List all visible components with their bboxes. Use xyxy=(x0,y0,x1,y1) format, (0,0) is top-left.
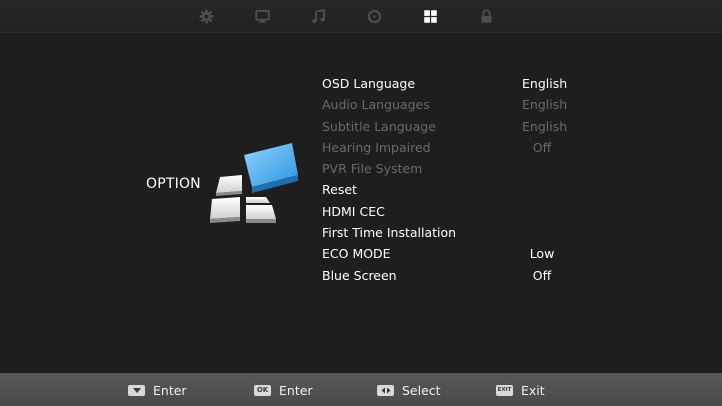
hint-exit: EXIT Exit xyxy=(496,382,545,398)
gear-icon xyxy=(199,9,213,23)
exit-key-icon: EXIT xyxy=(496,384,513,396)
hint-down-enter: Enter xyxy=(128,382,187,398)
monitor-icon xyxy=(254,9,270,23)
menu-item-subtitle-language: Subtitle Language English xyxy=(322,116,582,137)
menu-item-label: Subtitle Language xyxy=(322,118,436,134)
option-panel: OPTION OSD Language English Audio Langua… xyxy=(0,33,722,373)
hint-label: Enter xyxy=(153,382,187,398)
menu-item-hearing-impaired: Hearing Impaired Off xyxy=(322,137,582,158)
menu-item-hdmi-cec[interactable]: HDMI CEC xyxy=(322,201,582,222)
menu-item-label: Hearing Impaired xyxy=(322,139,431,155)
tab-channel[interactable] xyxy=(252,6,272,26)
menu-item-label: PVR File System xyxy=(322,161,423,177)
menu-item-value: Low xyxy=(529,246,555,262)
menu-item-value: English xyxy=(522,97,568,113)
menu-item-reset[interactable]: Reset xyxy=(322,179,582,200)
menu-item-label: Reset xyxy=(322,182,357,198)
menu-item-value: Off xyxy=(532,267,552,283)
menu-item-eco-mode[interactable]: ECO MODE Low xyxy=(322,243,582,264)
tab-lock[interactable] xyxy=(476,6,496,26)
hint-label: Select xyxy=(402,382,441,398)
hint-label: Enter xyxy=(279,382,313,398)
menu-item-first-time-installation[interactable]: First Time Installation xyxy=(322,222,582,243)
top-tab-bar xyxy=(0,0,722,33)
menu-item-label: OSD Language xyxy=(322,76,416,91)
tab-picture[interactable] xyxy=(196,6,216,26)
key-hint-bar: Enter OK Enter Select EXIT Exit xyxy=(0,373,722,406)
menu-item-value: English xyxy=(522,118,568,134)
down-arrow-key-icon xyxy=(128,384,145,396)
hint-left-right-select: Select xyxy=(377,382,441,398)
hint-label: Exit xyxy=(521,382,545,398)
menu-item-value: Off xyxy=(532,139,552,155)
menu-item-label: First Time Installation xyxy=(322,225,457,241)
tab-option[interactable] xyxy=(420,6,440,26)
hint-ok-enter: OK Enter xyxy=(254,382,313,398)
menu-item-label: ECO MODE xyxy=(322,246,391,262)
menu-item-osd-language[interactable]: OSD Language English xyxy=(322,73,582,94)
option-blocks-icon xyxy=(210,143,298,223)
left-right-arrow-key-icon xyxy=(377,384,394,396)
menu-item-value: English xyxy=(522,76,568,91)
tab-time[interactable] xyxy=(364,6,384,26)
ok-key-icon: OK xyxy=(254,384,271,396)
menu-item-audio-languages: Audio Languages English xyxy=(322,94,582,115)
tab-sound[interactable] xyxy=(308,6,328,26)
menu-item-label: HDMI CEC xyxy=(322,203,385,219)
menu-item-blue-screen[interactable]: Blue Screen Off xyxy=(322,265,582,286)
grid-icon xyxy=(423,9,437,23)
menu-item-label: Audio Languages xyxy=(322,97,430,113)
section-title: OPTION xyxy=(146,176,201,192)
menu-item-label: Blue Screen xyxy=(322,267,397,283)
menu-item-pvr-file-system: PVR File System xyxy=(322,158,582,179)
music-note-icon xyxy=(311,8,325,23)
clock-icon xyxy=(367,9,381,23)
lock-icon xyxy=(481,8,491,23)
option-menu: OSD Language English Audio Languages Eng… xyxy=(322,73,582,286)
